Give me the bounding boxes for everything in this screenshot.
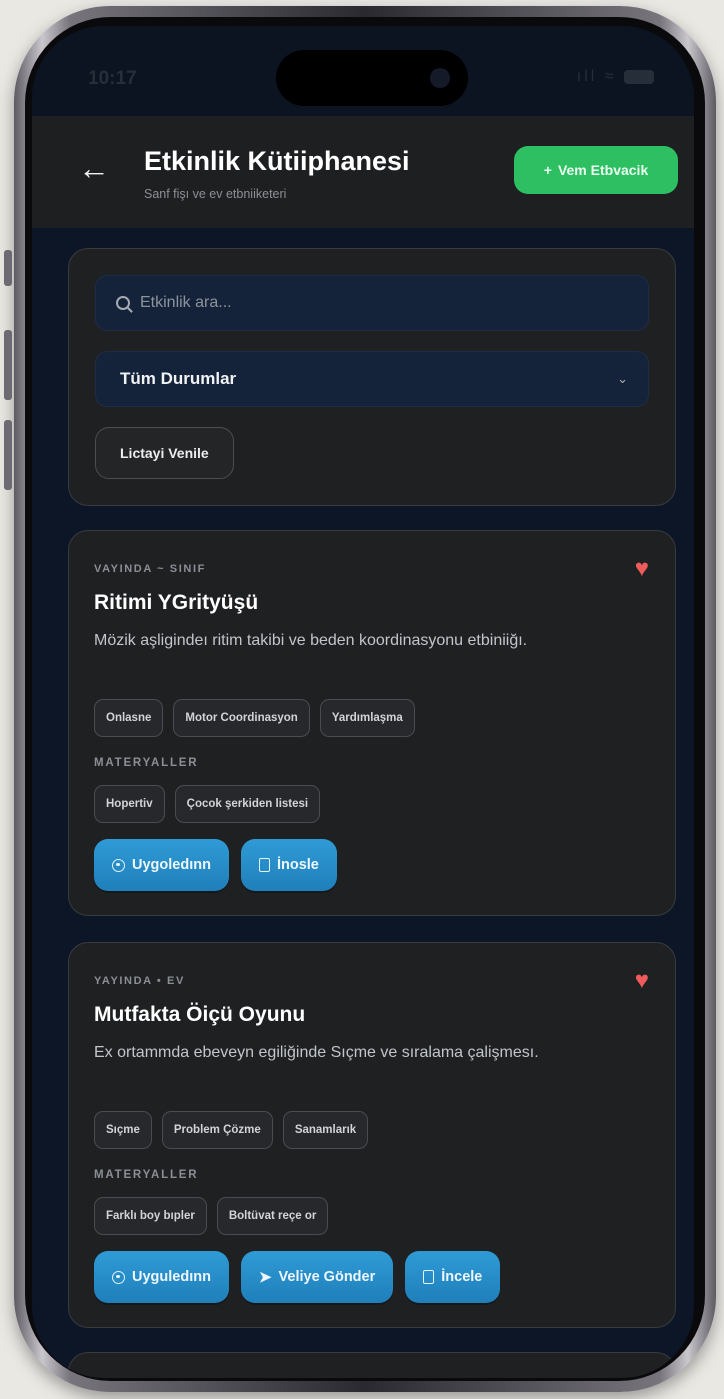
search-placeholder: Etkinlik ara... — [140, 294, 232, 311]
search-input[interactable]: Etkinlik ara... — [95, 275, 649, 331]
app-screen: 10:17 ıll ≈ ← Etkinlik Kütiiphanesi Sanf… — [32, 26, 694, 1378]
dynamic-island — [276, 50, 468, 106]
circle-dot-icon — [112, 1270, 125, 1284]
materials-label: MATERYALLER — [94, 1169, 199, 1181]
send-icon: ➤ — [258, 1268, 272, 1286]
skill-tag: Problem Çözme — [161, 1111, 273, 1149]
refresh-list-button[interactable]: Lictayi Venile — [95, 427, 234, 479]
skill-tag: Sıçme — [94, 1111, 152, 1149]
plus-icon: + — [543, 162, 552, 178]
filter-panel: Etkinlik ara... Tüm Durumlar ⌄ Lictayi V… — [68, 248, 676, 506]
document-icon — [423, 1270, 435, 1284]
status-time: 10:17 — [88, 68, 137, 89]
status-select[interactable]: Tüm Durumlar ⌄ — [95, 351, 649, 407]
apply-label: Uygoledınn — [132, 857, 211, 873]
status-select-value: Tüm Durumlar — [120, 369, 237, 388]
apply-button[interactable]: Uyguledınn — [94, 1251, 229, 1303]
skill-tag: Onlasne — [94, 699, 164, 737]
review-label: İnosle — [276, 857, 319, 873]
volume-up-button — [4, 330, 12, 400]
mute-switch — [4, 250, 12, 286]
signal-wifi-icon: ıll ≈ — [576, 68, 617, 85]
activity-meta: YAYINDA • EV — [94, 975, 185, 987]
new-activity-button[interactable]: + Vem Etbvacik — [514, 146, 678, 194]
activity-title: Ritimi YGrityüşü — [94, 591, 259, 614]
activity-card: YAYINDA • EV ♥ Mutfakta Öiçü Oyunu Ex or… — [68, 942, 676, 1328]
material-tag: Farklı boy bıpler — [94, 1197, 207, 1235]
send-to-parent-button[interactable]: ➤ Veliye Gönder — [240, 1251, 394, 1303]
skill-tag: Yardımlaşma — [319, 699, 415, 737]
chevron-down-icon: ⌄ — [617, 371, 628, 386]
material-tags: Hopertiv Çocok şerkiden listesi — [94, 785, 321, 823]
skill-tags: Onlasne Motor Coordinasyon Yardımlaşma — [94, 699, 415, 737]
next-activity-card — [68, 1352, 676, 1378]
status-icons: ıll ≈ — [577, 68, 654, 86]
apply-label: Uyguledınn — [132, 1269, 211, 1285]
activity-actions: Uygoledınn İnosle — [94, 839, 337, 891]
review-label: İncele — [441, 1269, 483, 1285]
material-tag: Çocok şerkiden listesi — [174, 785, 321, 823]
review-button[interactable]: İnosle — [240, 839, 337, 891]
activity-actions: Uyguledınn ➤ Veliye Gönder İncele — [94, 1251, 501, 1303]
new-activity-label: Vem Etbvacik — [557, 162, 649, 178]
heart-icon[interactable]: ♥ — [635, 557, 649, 581]
skill-tag: Sanamlarık — [282, 1111, 369, 1149]
app-header: ← Etkinlik Kütiiphanesi Sanf fişı ve ev … — [32, 116, 694, 228]
material-tags: Farklı boy bıpler Boltüvat reçe or — [94, 1197, 329, 1235]
heart-icon[interactable]: ♥ — [635, 969, 649, 993]
page-title: Etkinlik Kütiiphanesi — [144, 146, 410, 176]
circle-dot-icon — [112, 858, 125, 872]
materials-label: MATERYALLER — [94, 757, 199, 769]
volume-down-button — [4, 420, 12, 490]
document-icon — [258, 858, 270, 872]
send-to-parent-label: Veliye Gönder — [278, 1269, 376, 1285]
material-tag: Hopertiv — [94, 785, 165, 823]
activity-description: Ex ortammda ebeveyn egiliğinde Sıçme ve … — [94, 1044, 539, 1061]
activity-description: Mözik aşligindeı ritim takibi ve beden k… — [94, 632, 528, 649]
activity-card: VAYINDA ~ SINIF ♥ Ritimi YGrityüşü Mözik… — [68, 530, 676, 916]
status-bar: 10:17 ıll ≈ — [32, 26, 694, 116]
review-button[interactable]: İncele — [405, 1251, 501, 1303]
arrow-left-icon[interactable]: ← — [78, 152, 110, 184]
apply-button[interactable]: Uygoledınn — [94, 839, 229, 891]
skill-tag: Motor Coordinasyon — [173, 699, 310, 737]
camera-icon — [430, 68, 450, 88]
activity-meta: VAYINDA ~ SINIF — [94, 563, 206, 575]
material-tag: Boltüvat reçe or — [216, 1197, 329, 1235]
battery-icon — [624, 69, 654, 84]
activity-title: Mutfakta Öiçü Oyunu — [94, 1003, 306, 1026]
search-icon — [116, 296, 130, 310]
page-subtitle: Sanf fişı ve ev etbniiketeri — [144, 187, 287, 201]
skill-tags: Sıçme Problem Çözme Sanamlarık — [94, 1111, 369, 1149]
